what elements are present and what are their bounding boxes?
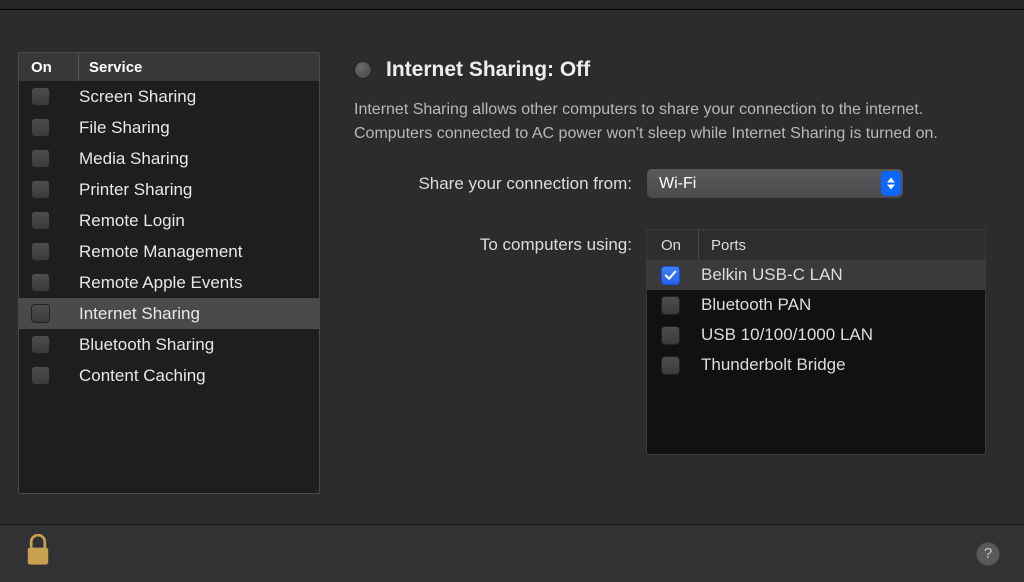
- services-header-on[interactable]: On: [19, 53, 79, 81]
- share-from-select[interactable]: Wi-Fi: [646, 168, 904, 199]
- select-arrows-icon: [881, 171, 901, 196]
- port-checkbox[interactable]: [661, 326, 680, 345]
- service-checkbox[interactable]: [31, 366, 50, 385]
- service-status-indicator-icon: [354, 61, 372, 79]
- service-label: Bluetooth Sharing: [79, 335, 214, 355]
- main-content: On Service Screen Sharing File Sharing Med…: [0, 10, 1024, 494]
- title-bar-spacer: [0, 0, 1024, 10]
- service-checkbox[interactable]: [31, 87, 50, 106]
- port-label: Thunderbolt Bridge: [701, 355, 846, 375]
- port-row[interactable]: Thunderbolt Bridge: [647, 350, 985, 380]
- service-row[interactable]: Internet Sharing: [19, 298, 319, 329]
- port-row[interactable]: Belkin USB-C LAN: [647, 260, 985, 290]
- service-checkbox[interactable]: [31, 273, 50, 292]
- service-label: Content Caching: [79, 366, 206, 386]
- service-row[interactable]: Remote Login: [19, 205, 319, 236]
- share-from-value: Wi-Fi: [659, 175, 696, 193]
- lock-icon[interactable]: [24, 534, 52, 573]
- service-checkbox[interactable]: [31, 149, 50, 168]
- port-checkbox[interactable]: [661, 296, 680, 315]
- port-checkbox[interactable]: [661, 356, 680, 375]
- help-button[interactable]: ?: [976, 542, 1000, 566]
- service-checkbox[interactable]: [31, 180, 50, 199]
- service-row[interactable]: Content Caching: [19, 360, 319, 391]
- service-row[interactable]: Remote Management: [19, 236, 319, 267]
- service-label: File Sharing: [79, 118, 170, 138]
- service-label: Internet Sharing: [79, 304, 200, 324]
- ports-header-on[interactable]: On: [647, 230, 699, 260]
- ports-table: On Ports Belkin USB-C LAN Bluetooth PAN US…: [646, 229, 986, 455]
- service-checkbox[interactable]: [31, 242, 50, 261]
- service-row[interactable]: Printer Sharing: [19, 174, 319, 205]
- ports-header-ports[interactable]: Ports: [699, 237, 746, 254]
- service-label: Remote Login: [79, 211, 185, 231]
- service-checkbox[interactable]: [31, 211, 50, 230]
- service-checkbox[interactable]: [31, 304, 50, 323]
- service-checkbox[interactable]: [31, 335, 50, 354]
- service-description: Internet Sharing allows other computers …: [354, 98, 964, 146]
- service-row[interactable]: Bluetooth Sharing: [19, 329, 319, 360]
- service-row[interactable]: Screen Sharing: [19, 81, 319, 112]
- service-detail-pane: Internet Sharing: Off Internet Sharing a…: [354, 52, 996, 494]
- service-label: Remote Apple Events: [79, 273, 242, 293]
- port-checkbox[interactable]: [661, 266, 680, 285]
- services-table: On Service Screen Sharing File Sharing Med…: [18, 52, 320, 494]
- port-label: Bluetooth PAN: [701, 295, 811, 315]
- to-computers-label: To computers using:: [354, 229, 646, 255]
- ports-table-header: On Ports: [647, 230, 985, 260]
- service-row[interactable]: Media Sharing: [19, 143, 319, 174]
- share-from-label: Share your connection from:: [354, 174, 646, 194]
- help-label: ?: [984, 545, 992, 562]
- port-row[interactable]: USB 10/100/1000 LAN: [647, 320, 985, 350]
- port-label: USB 10/100/1000 LAN: [701, 325, 873, 345]
- service-checkbox[interactable]: [31, 118, 50, 137]
- service-row[interactable]: File Sharing: [19, 112, 319, 143]
- services-table-header: On Service: [19, 53, 319, 81]
- service-heading: Internet Sharing: Off: [386, 58, 590, 82]
- services-header-service[interactable]: Service: [79, 59, 142, 76]
- port-label: Belkin USB-C LAN: [701, 265, 843, 285]
- service-row[interactable]: Remote Apple Events: [19, 267, 319, 298]
- service-label: Screen Sharing: [79, 87, 196, 107]
- service-label: Printer Sharing: [79, 180, 192, 200]
- port-row[interactable]: Bluetooth PAN: [647, 290, 985, 320]
- service-label: Remote Management: [79, 242, 242, 262]
- service-label: Media Sharing: [79, 149, 189, 169]
- bottom-bar: ?: [0, 524, 1024, 582]
